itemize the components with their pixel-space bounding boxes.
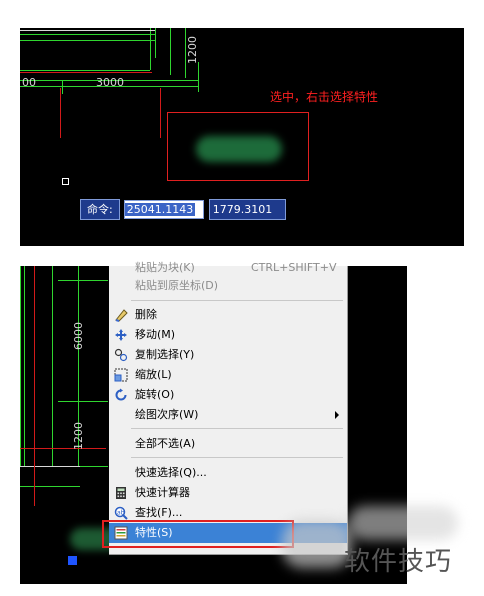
menu-shortcut: CTRL+SHIFT+V xyxy=(251,261,337,274)
menu-separator xyxy=(131,457,343,458)
axis-line xyxy=(20,448,106,449)
dimension-label: 00 xyxy=(22,76,36,89)
blurred-text-object[interactable] xyxy=(196,136,282,162)
svg-text:ab: ab xyxy=(117,510,125,517)
instruction-annotation: 选中，右击选择特性 xyxy=(270,90,379,104)
drawing-line xyxy=(52,266,53,466)
coordinate-x-input[interactable]: 25041.1143 xyxy=(123,199,204,219)
drawing-line xyxy=(58,401,108,402)
drawing-line xyxy=(20,30,155,31)
drawing-line xyxy=(20,70,150,71)
watermark-text: 软件技巧 xyxy=(344,547,453,577)
drawing-line xyxy=(20,466,80,467)
chevron-right-icon xyxy=(335,411,339,419)
watermark-blur xyxy=(282,520,352,568)
drawing-line xyxy=(170,28,171,75)
drawing-line xyxy=(58,280,108,281)
drawing-line xyxy=(20,40,155,41)
dimension-label: 1200 xyxy=(72,422,85,450)
grip-point[interactable] xyxy=(68,556,77,565)
menu-item-paste-to-original-coords[interactable]: 粘贴到原坐标(D) xyxy=(109,276,347,296)
coordinate-y-input[interactable]: 1779.3101 xyxy=(208,198,286,220)
drawing-line xyxy=(198,62,199,92)
menu-item-paste-as-block[interactable]: 粘贴为块(K) CTRL+SHIFT+V xyxy=(109,258,347,278)
axis-line xyxy=(160,88,161,138)
drawing-line xyxy=(24,266,25,466)
watermark-blur xyxy=(348,506,458,540)
calculator-icon xyxy=(116,487,126,499)
axis-line xyxy=(20,72,152,73)
cursor-pickbox-icon xyxy=(62,178,69,185)
axis-line xyxy=(34,266,35,506)
copy-icon xyxy=(114,348,128,362)
eraser-icon xyxy=(115,309,128,322)
drawing-line xyxy=(20,34,155,35)
drawing-line xyxy=(150,28,151,70)
menu-item-erase[interactable]: 删除 xyxy=(109,305,347,325)
menu-item-copy-selection[interactable]: 复制选择(Y) xyxy=(109,345,347,365)
command-label: 命令: xyxy=(80,198,120,220)
move-icon xyxy=(115,329,127,341)
dynamic-input-bar: 命令: 25041.1143 1779.3101 xyxy=(80,198,286,220)
drawing-line xyxy=(155,28,156,58)
menu-item-scale[interactable]: 缩放(L) xyxy=(109,365,347,385)
drawing-line xyxy=(62,80,63,94)
dimension-label: 1200 xyxy=(186,36,199,64)
properties-highlight-box xyxy=(102,520,294,548)
dimension-label: 6000 xyxy=(72,322,85,350)
drawing-line xyxy=(20,486,80,487)
menu-item-quick-calculator[interactable]: 快速计算器 xyxy=(109,483,347,503)
menu-item-deselect-all[interactable]: 全部不选(A) xyxy=(109,434,347,454)
dimension-label: 3000 xyxy=(96,76,124,89)
context-menu: 粘贴为块(K) CTRL+SHIFT+V 粘贴到原坐标(D) 删除 移动(M) … xyxy=(109,261,348,555)
drawing-line xyxy=(20,266,21,466)
menu-item-draw-order[interactable]: 绘图次序(W) xyxy=(109,405,347,425)
menu-item-quick-select[interactable]: 快速选择(Q)... xyxy=(109,463,347,483)
axis-line xyxy=(60,88,61,138)
coordinate-x-value: 25041.1143 xyxy=(124,202,196,216)
menu-item-move[interactable]: 移动(M) xyxy=(109,325,347,345)
scale-icon xyxy=(114,368,128,382)
cad-canvas-top[interactable]: 00 3000 1200 选中，右击选择特性 命令: 25041.1143 17… xyxy=(20,28,464,246)
rotate-icon xyxy=(115,388,127,401)
menu-separator xyxy=(131,428,343,429)
find-icon: ab xyxy=(114,506,128,520)
menu-item-rotate[interactable]: 旋转(O) xyxy=(109,385,347,405)
menu-separator xyxy=(131,300,343,301)
